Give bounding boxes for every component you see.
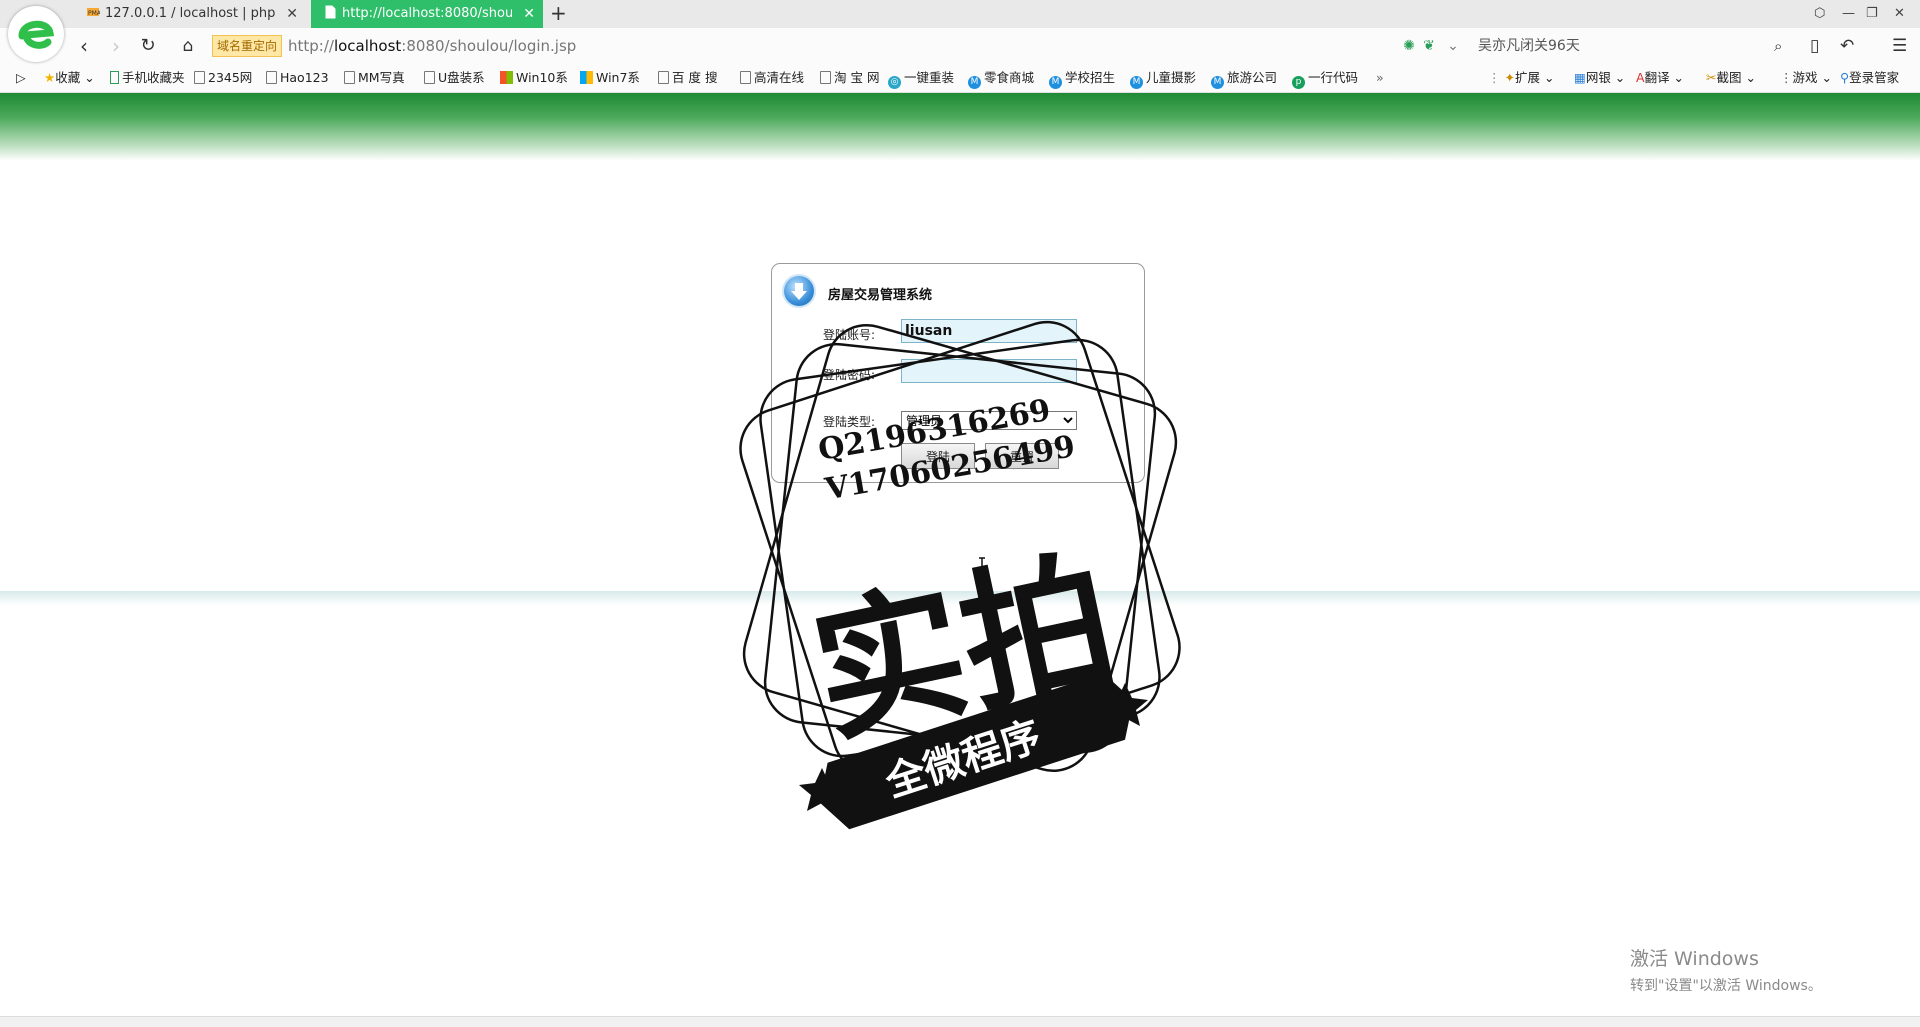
bookmark-item[interactable]: M 学校招生 xyxy=(1049,64,1115,92)
bookmarks-more-button[interactable]: » xyxy=(1376,64,1384,92)
bookmark-item[interactable]: Win7系 xyxy=(580,64,640,92)
watermark-big-text: 实拍 xyxy=(799,532,1129,765)
login-title: 房屋交易管理系统 xyxy=(828,288,933,303)
chevron-down-icon[interactable]: ⌄ xyxy=(1444,37,1462,55)
home-icon[interactable]: ⌂ xyxy=(176,28,200,64)
bookmark-item[interactable]: 百 度 搜 xyxy=(658,64,717,92)
text-cursor-icon xyxy=(979,557,985,569)
bookmark-item[interactable]: M 零食商城 xyxy=(968,64,1034,92)
login-manager[interactable]: ⚲登录管家 xyxy=(1840,64,1899,92)
svg-text:PMA: PMA xyxy=(88,10,100,17)
forward-icon[interactable]: › xyxy=(104,28,128,64)
phpmyadmin-icon: PMA xyxy=(86,2,102,17)
tab-phpmyadmin[interactable]: PMA 127.0.0.1 / localhost | phpMyAdmin ✕ xyxy=(86,0,306,28)
bookmark-favorites[interactable]: ★收藏 ⌄ xyxy=(44,64,95,92)
account-input[interactable] xyxy=(901,319,1077,343)
login-button[interactable]: 登陆 xyxy=(901,443,975,469)
type-label: 登陆类型: xyxy=(823,415,876,429)
page-content: 房屋交易管理系统 登陆账号: 登陆密码: 登陆类型: 管理员 登陆 重置 Q21… xyxy=(0,93,1920,1016)
reading-icon[interactable]: ▯ xyxy=(1810,28,1819,64)
close-icon[interactable]: ✕ xyxy=(286,0,298,28)
bookmarks-bar: ▷ ★收藏 ⌄ 手机收藏夹 2345网 Hao123 MM写真 U盘装系 Win… xyxy=(0,64,1920,93)
bookmark-item[interactable]: M 儿童摄影 xyxy=(1130,64,1196,92)
bookmark-item[interactable]: U盘装系 xyxy=(424,64,485,92)
reload-icon[interactable]: ↻ xyxy=(136,28,160,64)
bookmark-item[interactable]: 2345网 xyxy=(194,64,252,92)
status-bar xyxy=(0,1016,1920,1027)
search-icon[interactable]: ⌕ xyxy=(1774,28,1782,64)
divider-band xyxy=(0,591,1920,605)
close-icon[interactable]: ✕ xyxy=(523,0,535,28)
watermark-banner-text: 全微程序 xyxy=(879,713,1046,807)
password-label: 登陆密码: xyxy=(823,368,876,382)
login-type-select[interactable]: 管理员 xyxy=(901,411,1077,430)
undo-icon[interactable]: ↶ xyxy=(1840,28,1854,64)
restore-icon[interactable]: ❐ xyxy=(1866,0,1878,28)
sidebar-toggle-icon[interactable]: ▷ xyxy=(16,64,26,92)
password-input[interactable] xyxy=(901,359,1077,383)
bookmark-item[interactable]: ◎ 一键重装 xyxy=(888,64,954,92)
bookmark-item[interactable]: 手机收藏夹 xyxy=(110,64,185,92)
tab-title: 127.0.0.1 / localhost | phpMyAdmin xyxy=(105,6,275,21)
bookmark-item[interactable]: 高清在线 xyxy=(740,64,804,92)
star-icon xyxy=(799,683,1148,811)
minimize-icon[interactable]: — xyxy=(1842,0,1855,28)
bookmark-item[interactable]: 淘 宝 网 xyxy=(820,64,879,92)
bookmark-item[interactable]: p 一行代码 xyxy=(1292,64,1358,92)
extensions-menu[interactable]: ⋮ ✦扩展 ⌄ xyxy=(1488,64,1554,92)
redirect-badge[interactable]: 域名重定向 xyxy=(212,35,283,57)
tab-bar: PMA 127.0.0.1 / localhost | phpMyAdmin ✕… xyxy=(0,0,1920,28)
translate-menu[interactable]: A翻译 ⌄ xyxy=(1636,64,1684,92)
bookmark-item[interactable]: MM写真 xyxy=(344,64,405,92)
bookmark-item[interactable]: Win10系 xyxy=(500,64,568,92)
address-toolbar: ‹ › ↻ ⌂ 域名重定向 http://localhost:8080/shou… xyxy=(0,28,1920,65)
games-menu[interactable]: ⋮游戏 ⌄ xyxy=(1780,64,1832,92)
page-icon xyxy=(323,2,337,19)
search-input[interactable]: 吴亦凡闭关96天 xyxy=(1478,28,1580,64)
speed-icon[interactable]: ✺ xyxy=(1400,37,1418,55)
browser-logo[interactable] xyxy=(8,6,64,62)
login-panel: 房屋交易管理系统 登陆账号: 登陆密码: 登陆类型: 管理员 登陆 重置 xyxy=(771,263,1145,483)
close-window-icon[interactable]: ✕ xyxy=(1894,0,1905,28)
new-tab-button[interactable]: + xyxy=(550,0,567,28)
tab-login-page[interactable]: http://localhost:8080/shoulou/login.jsp … xyxy=(311,0,543,28)
activation-title: 激活 Windows xyxy=(1630,948,1759,970)
bookmark-item[interactable]: Hao123 xyxy=(266,64,329,92)
reset-button[interactable]: 重置 xyxy=(985,443,1059,469)
online-bank-menu[interactable]: ▦网银 ⌄ xyxy=(1574,64,1625,92)
windows-activation-notice: 激活 Windows 转到"设置"以激活 Windows。 xyxy=(1630,944,1822,995)
header-band xyxy=(0,93,1920,161)
leaf-icon[interactable]: ❦ xyxy=(1420,37,1438,55)
tab-title: http://localhost:8080/shoulou/login.jsp xyxy=(342,6,512,21)
activation-subtitle: 转到"设置"以激活 Windows。 xyxy=(1630,978,1822,994)
menu-icon[interactable]: ☰ xyxy=(1892,28,1907,64)
bookmark-item[interactable]: M 旅游公司 xyxy=(1211,64,1277,92)
download-arrow-icon xyxy=(784,276,814,306)
skin-icon[interactable]: ⬡ xyxy=(1814,0,1825,28)
back-icon[interactable]: ‹ xyxy=(72,28,96,64)
account-label: 登陆账号: xyxy=(823,328,876,342)
screenshot-menu[interactable]: ✂截图 ⌄ xyxy=(1706,64,1756,92)
url-field[interactable]: http://localhost:8080/shoulou/login.jsp xyxy=(288,28,576,64)
